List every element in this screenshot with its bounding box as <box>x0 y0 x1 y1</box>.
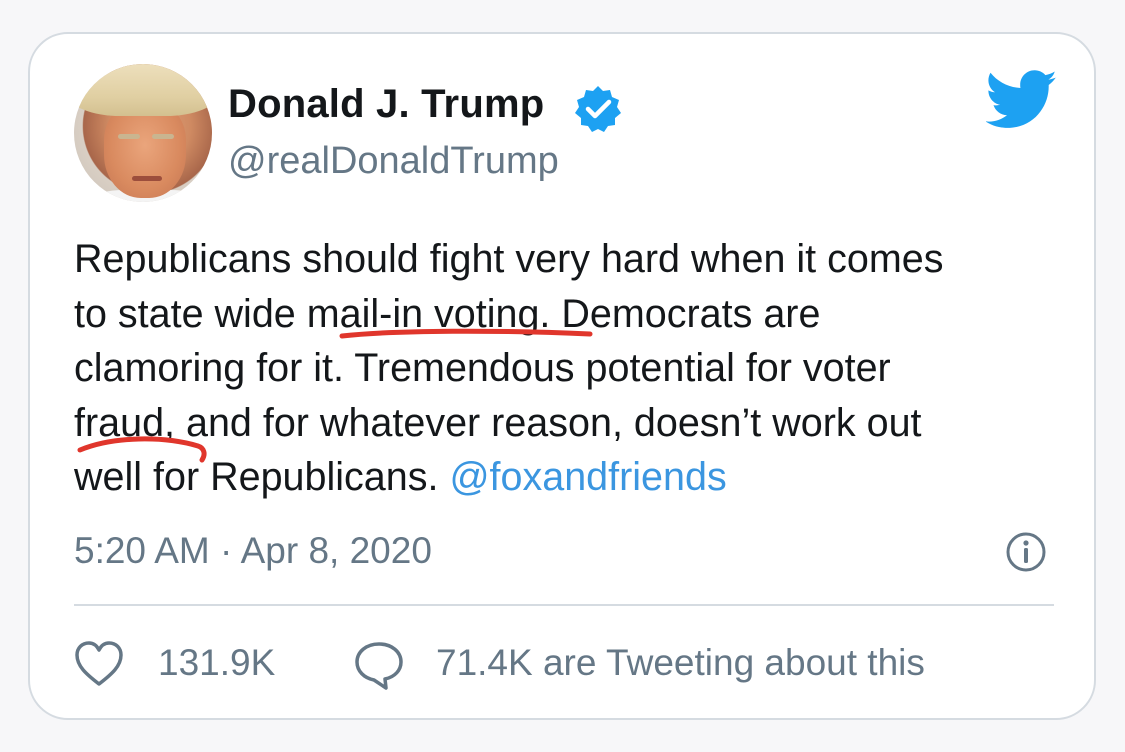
tweet-body: Republicans should fight very hard when … <box>74 232 1064 505</box>
info-icon[interactable] <box>1004 530 1048 574</box>
like-count[interactable]: 131.9K <box>158 642 275 684</box>
tweet-line: clamoring for it. Tremendous potential f… <box>74 346 891 390</box>
tweet-line-text: well for Republicans. <box>74 455 450 499</box>
tweet-line: Republicans should fight very hard when … <box>74 237 944 281</box>
verified-badge-icon <box>575 86 621 132</box>
tweet-line-last: well for Republicans. @foxandfriends <box>74 450 1064 505</box>
tweet-timestamp[interactable]: 5:20 AM · Apr 8, 2020 <box>74 530 432 572</box>
author-name[interactable]: Donald J. Trump <box>228 82 544 127</box>
tweet-card[interactable]: Donald J. Trump @realDonaldTrump Republi… <box>28 32 1096 720</box>
retweet-summary[interactable]: 71.4K are Tweeting about this <box>436 642 925 684</box>
tweet-line: to state wide mail-in voting. Democrats … <box>74 291 821 336</box>
heart-icon[interactable] <box>74 640 124 688</box>
mention-link[interactable]: @foxandfriends <box>449 455 726 499</box>
divider <box>74 604 1054 606</box>
speech-bubble-icon[interactable] <box>352 638 406 692</box>
tweet-line: fraud, and for whatever reason, doesn’t … <box>74 400 922 445</box>
author-handle[interactable]: @realDonaldTrump <box>228 140 559 183</box>
avatar[interactable] <box>74 64 212 202</box>
twitter-bird-icon[interactable] <box>986 70 1058 130</box>
